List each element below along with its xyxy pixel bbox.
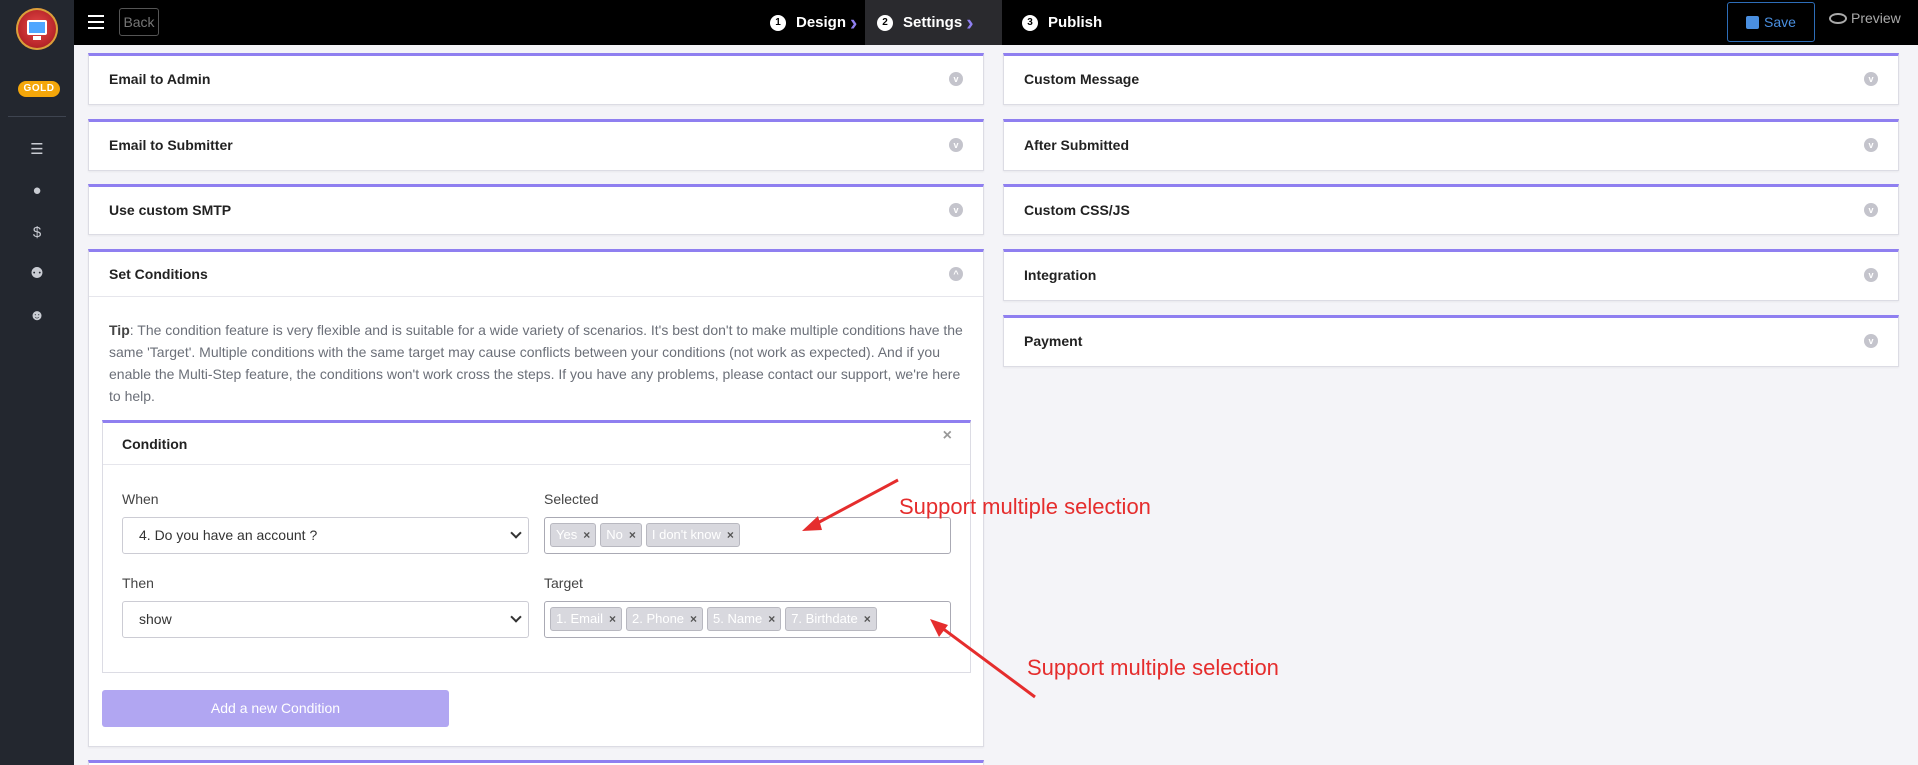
remove-tag-icon[interactable]: × (629, 524, 636, 546)
panel-custom-message[interactable]: Custom Message v (1003, 53, 1899, 105)
user-icon[interactable]: ● (28, 182, 46, 200)
sidebar-divider (8, 116, 66, 117)
save-button[interactable]: Save (1727, 2, 1815, 42)
step-design[interactable]: 1 Design › (758, 0, 869, 45)
add-condition-button[interactable]: Add a new Condition (102, 690, 449, 727)
step-publish[interactable]: 3 Publish (1022, 0, 1102, 45)
panel-email-submitter[interactable]: Email to Submitter v (88, 119, 984, 171)
set-conditions-header[interactable]: Set Conditions ^ (89, 252, 983, 297)
chevron-down-icon[interactable]: v (1864, 71, 1878, 86)
hamburger-menu-icon[interactable] (88, 15, 104, 29)
tip-text: Tip: The condition feature is very flexi… (109, 322, 963, 404)
chevron-right-icon: › (850, 9, 858, 35)
when-label: When (122, 491, 159, 507)
users-icon[interactable]: ⚉ (28, 265, 46, 283)
when-select[interactable]: 4. Do you have an account ? (122, 517, 529, 554)
chevron-down-icon[interactable]: v (949, 71, 963, 86)
back-button[interactable]: Back (119, 8, 159, 36)
selected-tag[interactable]: Yes × (550, 523, 597, 547)
dollar-icon[interactable]: $ (28, 224, 46, 242)
chevron-up-icon[interactable]: ^ (949, 267, 963, 281)
close-icon[interactable]: × (943, 427, 952, 445)
chevron-down-icon[interactable]: v (949, 137, 963, 152)
chevron-down-icon[interactable]: v (1864, 333, 1878, 348)
selected-label: Selected (544, 491, 599, 507)
remove-tag-icon[interactable]: × (583, 524, 590, 546)
panel-payment[interactable]: Payment v (1003, 315, 1899, 367)
target-multiselect[interactable]: 1. Email × 2. Phone × 5. Name × 7. Birthdat… (544, 601, 951, 638)
target-tag[interactable]: 2. Phone × (625, 607, 704, 631)
target-tag[interactable]: 1. Email × (550, 607, 622, 631)
face-icon[interactable]: ☻ (28, 307, 46, 325)
panel-custom-smtp[interactable]: Use custom SMTP v (88, 184, 984, 235)
list-icon[interactable]: ☰ (28, 141, 46, 159)
condition-title: Condition (103, 423, 970, 465)
selected-multiselect[interactable]: Yes × No × I don't know × (544, 517, 951, 554)
remove-tag-icon[interactable]: × (768, 608, 775, 630)
eye-icon (1829, 13, 1847, 24)
target-label: Target (544, 575, 583, 591)
annotation-text-2: Support multiple selection (1027, 655, 1279, 680)
gold-badge: GOLD (18, 81, 60, 97)
sidebar: GOLD ☰ ● $ ⚉ ☻ (0, 0, 74, 765)
top-bar: Back 1 Design › 2 Settings › 3 Publish S… (74, 0, 1918, 45)
panel-set-conditions: Set Conditions ^ Tip: The condition feat… (88, 249, 984, 747)
selected-tag[interactable]: I don't know × (645, 523, 740, 547)
app-logo[interactable] (16, 8, 58, 50)
chevron-down-icon[interactable]: v (1864, 202, 1878, 217)
then-select[interactable]: show (122, 601, 529, 638)
chevron-down-icon[interactable]: v (1864, 267, 1878, 282)
remove-tag-icon[interactable]: × (727, 524, 734, 546)
annotation-text-1: Support multiple selection (899, 494, 1151, 519)
panel-custom-css-js[interactable]: Custom CSS/JS v (1003, 184, 1899, 235)
panel-integration[interactable]: Integration v (1003, 249, 1899, 301)
chevron-right-icon: › (966, 9, 974, 35)
then-label: Then (122, 575, 154, 591)
remove-tag-icon[interactable]: × (609, 608, 616, 630)
remove-tag-icon[interactable]: × (690, 608, 697, 630)
chevron-down-icon[interactable]: v (1864, 137, 1878, 152)
chevron-down-icon[interactable]: v (949, 202, 963, 217)
panel-next (88, 760, 984, 765)
preview-button[interactable]: Preview (1829, 10, 1901, 26)
panel-email-admin[interactable]: Email to Admin v (88, 53, 984, 105)
panel-after-submitted[interactable]: After Submitted v (1003, 119, 1899, 171)
target-tag[interactable]: 5. Name × (707, 607, 782, 631)
monitor-icon (27, 20, 47, 35)
save-disk-icon (1746, 16, 1760, 29)
step-settings[interactable]: 2 Settings › (865, 0, 1002, 45)
condition-card: Condition × When 4. Do you have an accou… (102, 420, 971, 673)
chevron-down-icon (510, 611, 522, 623)
chevron-down-icon (510, 527, 522, 539)
target-tag[interactable]: 7. Birthdate × (785, 607, 877, 631)
remove-tag-icon[interactable]: × (864, 608, 871, 630)
selected-tag[interactable]: No × (600, 523, 642, 547)
